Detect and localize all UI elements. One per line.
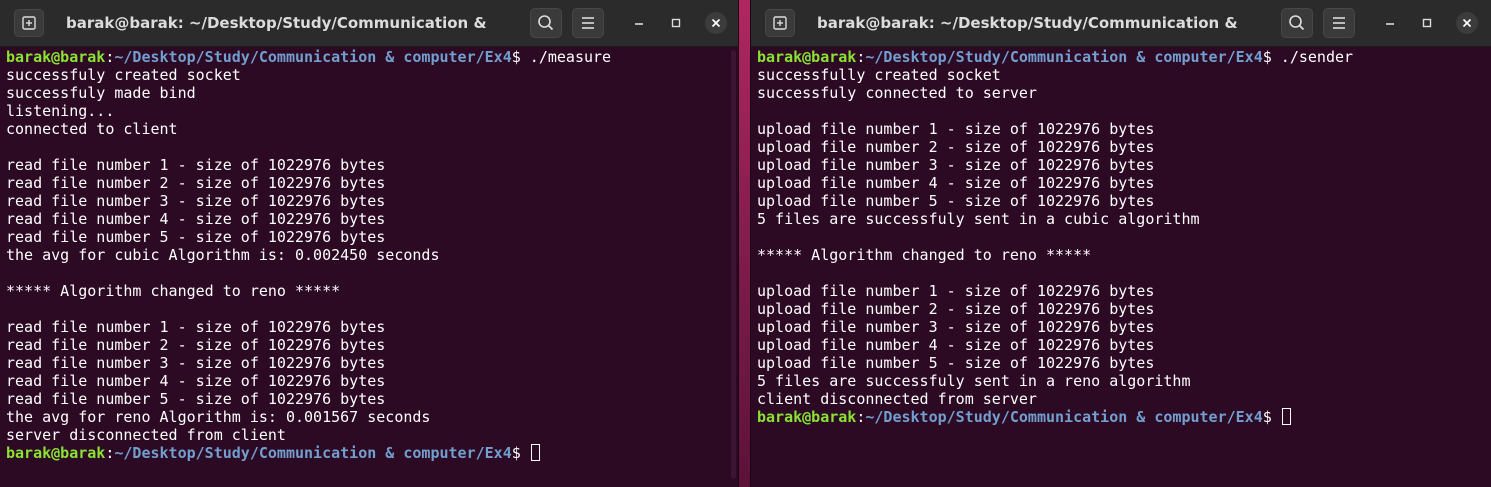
output-line: upload file number 3 - size of 1022976 b… bbox=[757, 156, 1155, 174]
scrollbar[interactable] bbox=[731, 50, 736, 479]
output-line: upload file number 1 - size of 1022976 b… bbox=[757, 282, 1155, 300]
output-line: upload file number 4 - size of 1022976 b… bbox=[757, 174, 1155, 192]
prompt-path: ~/Desktop/Study/Communication & computer… bbox=[114, 48, 512, 66]
prompt-dollar: $ bbox=[511, 444, 530, 462]
prompt-user-host: barak@barak bbox=[6, 444, 106, 462]
terminal-window-measure[interactable]: barak@barak: ~/Desktop/Study/Communicati… bbox=[0, 0, 738, 487]
close-icon bbox=[711, 18, 721, 28]
text-cursor bbox=[530, 444, 540, 461]
output-line: upload file number 5 - size of 1022976 b… bbox=[757, 192, 1155, 210]
output-line: read file number 5 - size of 1022976 byt… bbox=[6, 228, 386, 246]
prompt-dollar: $ bbox=[511, 48, 530, 66]
menu-button[interactable] bbox=[1323, 8, 1355, 38]
new-tab-icon bbox=[22, 16, 36, 30]
maximize-icon bbox=[1422, 18, 1432, 28]
output-line: successfully created socket bbox=[757, 66, 1001, 84]
output-line: the avg for reno Algorithm is: 0.001567 … bbox=[6, 408, 431, 426]
prompt-user-host: barak@barak bbox=[6, 48, 106, 66]
window-title: barak@barak: ~/Desktop/Study/Communicati… bbox=[66, 14, 488, 32]
hamburger-menu-icon bbox=[1333, 17, 1345, 29]
close-button[interactable] bbox=[1456, 12, 1478, 34]
close-button[interactable] bbox=[705, 12, 727, 34]
terminal-output[interactable]: barak@barak:~/Desktop/Study/Communicatio… bbox=[6, 48, 728, 487]
output-line: read file number 4 - size of 1022976 byt… bbox=[6, 372, 386, 390]
search-button[interactable] bbox=[530, 8, 562, 38]
new-tab-icon bbox=[773, 16, 787, 30]
output-line: upload file number 4 - size of 1022976 b… bbox=[757, 336, 1155, 354]
output-line: upload file number 2 - size of 1022976 b… bbox=[757, 300, 1155, 318]
prompt-dollar: $ bbox=[1262, 408, 1281, 426]
output-line: ***** Algorithm changed to reno ***** bbox=[757, 246, 1092, 264]
output-line: read file number 5 - size of 1022976 byt… bbox=[6, 390, 386, 408]
menu-button[interactable] bbox=[572, 8, 604, 38]
prompt-dollar: $ bbox=[1262, 48, 1281, 66]
active-prompt-line[interactable]: barak@barak:~/Desktop/Study/Communicatio… bbox=[757, 408, 1481, 426]
prompt-path: ~/Desktop/Study/Communication & computer… bbox=[865, 48, 1263, 66]
output-line: read file number 2 - size of 1022976 byt… bbox=[6, 336, 386, 354]
output-line: read file number 1 - size of 1022976 byt… bbox=[6, 156, 386, 174]
output-line: read file number 3 - size of 1022976 byt… bbox=[6, 354, 386, 372]
minimize-icon bbox=[1386, 23, 1394, 25]
output-line: ***** Algorithm changed to reno ***** bbox=[6, 282, 341, 300]
prompt-user-host: barak@barak bbox=[757, 408, 857, 426]
output-line: upload file number 3 - size of 1022976 b… bbox=[757, 318, 1155, 336]
output-line: upload file number 1 - size of 1022976 b… bbox=[757, 120, 1155, 138]
prompt-user-host: barak@barak bbox=[757, 48, 857, 66]
output-line: connected to client bbox=[6, 120, 178, 138]
output-line: client disconnected from server bbox=[757, 390, 1037, 408]
terminal-window-sender[interactable]: barak@barak: ~/Desktop/Study/Communicati… bbox=[751, 0, 1491, 487]
active-prompt-line[interactable]: barak@barak:~/Desktop/Study/Communicatio… bbox=[6, 444, 728, 462]
search-icon bbox=[538, 15, 554, 31]
output-line: 5 files are successfuly sent in a cubic … bbox=[757, 210, 1200, 228]
maximize-icon bbox=[671, 18, 681, 28]
output-line: read file number 2 - size of 1022976 byt… bbox=[6, 174, 386, 192]
prompt-path: ~/Desktop/Study/Communication & computer… bbox=[114, 444, 512, 462]
command-text: ./sender bbox=[1280, 48, 1354, 66]
new-tab-button[interactable] bbox=[765, 9, 795, 37]
output-line: read file number 1 - size of 1022976 byt… bbox=[6, 318, 386, 336]
terminal-output[interactable]: barak@barak:~/Desktop/Study/Communicatio… bbox=[757, 48, 1481, 487]
output-line: 5 files are successfuly sent in a reno a… bbox=[757, 372, 1191, 390]
maximize-button[interactable] bbox=[665, 12, 687, 34]
text-cursor bbox=[1281, 408, 1291, 425]
prompt-path: ~/Desktop/Study/Communication & computer… bbox=[865, 408, 1263, 426]
command-text: ./measure bbox=[529, 48, 612, 66]
title-bar[interactable]: barak@barak: ~/Desktop/Study/Communicati… bbox=[0, 0, 738, 47]
search-icon bbox=[1289, 15, 1305, 31]
output-line: upload file number 2 - size of 1022976 b… bbox=[757, 138, 1155, 156]
output-line: upload file number 5 - size of 1022976 b… bbox=[757, 354, 1155, 372]
minimize-button[interactable] bbox=[1379, 12, 1401, 34]
minimize-button[interactable] bbox=[628, 12, 650, 34]
hamburger-menu-icon bbox=[582, 17, 594, 29]
output-line: listening... bbox=[6, 102, 115, 120]
output-line: successfuly connected to server bbox=[757, 84, 1037, 102]
command-line: barak@barak:~/Desktop/Study/Communicatio… bbox=[757, 48, 1481, 66]
window-title: barak@barak: ~/Desktop/Study/Communicati… bbox=[817, 14, 1241, 32]
output-line: read file number 4 - size of 1022976 byt… bbox=[6, 210, 386, 228]
new-tab-button[interactable] bbox=[14, 9, 44, 37]
output-line: read file number 3 - size of 1022976 byt… bbox=[6, 192, 386, 210]
maximize-button[interactable] bbox=[1416, 12, 1438, 34]
title-bar[interactable]: barak@barak: ~/Desktop/Study/Communicati… bbox=[751, 0, 1491, 47]
output-line: successfuly created socket bbox=[6, 66, 241, 84]
search-button[interactable] bbox=[1281, 8, 1313, 38]
output-line: successfuly made bind bbox=[6, 84, 196, 102]
output-line: the avg for cubic Algorithm is: 0.002450… bbox=[6, 246, 440, 264]
close-icon bbox=[1462, 18, 1472, 28]
command-line: barak@barak:~/Desktop/Study/Communicatio… bbox=[6, 48, 728, 66]
output-line: server disconnected from client bbox=[6, 426, 286, 444]
minimize-icon bbox=[635, 23, 643, 25]
